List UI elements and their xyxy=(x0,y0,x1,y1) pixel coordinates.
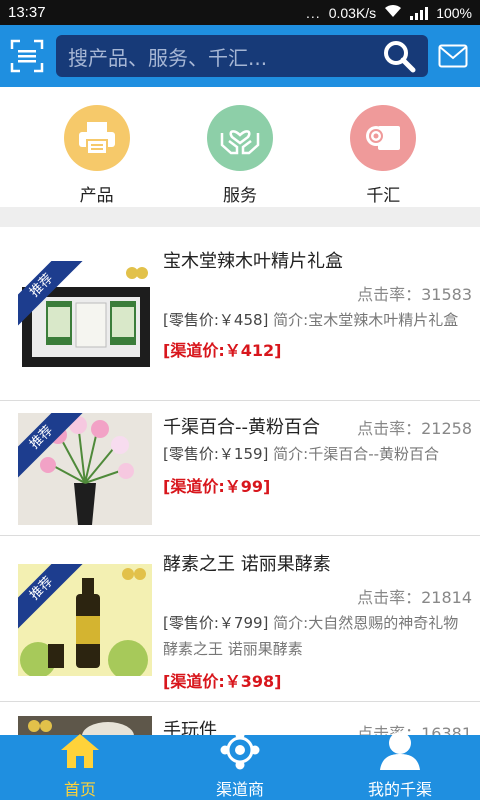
category-label: 服务 xyxy=(222,186,257,206)
hands-heart-icon xyxy=(206,105,273,171)
battery-text: 100% xyxy=(436,4,472,21)
rose-icon xyxy=(350,105,417,171)
printer-icon xyxy=(63,105,130,171)
wifi-icon xyxy=(384,4,402,21)
list-item[interactable]: 推荐 宝木堂辣木叶精片礼盒 点击率：31583 [零售价:￥458] 简介:宝木… xyxy=(0,227,480,401)
product-intro: 简介:千渠百合--黄粉百合 xyxy=(273,445,440,463)
product-image: 推荐 xyxy=(18,261,152,373)
product-name: 宝木堂辣木叶精片礼盒 xyxy=(163,251,343,272)
section-divider xyxy=(0,207,480,227)
click-count: 点击率：21814 xyxy=(357,588,472,607)
search-icon[interactable] xyxy=(382,39,416,73)
click-count: 点击率：31583 xyxy=(357,285,472,304)
category-label: 千汇 xyxy=(366,186,401,206)
list-item[interactable]: 推荐 酵素之王 诺丽果酵素 点击率：21814 [零售价:￥799] 简介:大自… xyxy=(0,536,480,702)
status-bar: 13:37 ... 0.03K/s 100% xyxy=(0,0,480,25)
home-icon xyxy=(59,732,101,774)
click-count: 点击率：21258 xyxy=(357,419,472,438)
retail-price: [零售价:￥799] xyxy=(163,614,269,632)
product-image: 推荐 xyxy=(18,413,152,525)
nav-home[interactable]: 首页 xyxy=(0,732,160,800)
nav-label: 我的千渠 xyxy=(367,780,432,799)
network-speed: 0.03K/s xyxy=(328,4,377,21)
nav-my-qianqu[interactable]: 我的千渠 xyxy=(320,732,480,800)
product-list: 推荐 宝木堂辣木叶精片礼盒 点击率：31583 [零售价:￥458] 简介:宝木… xyxy=(0,227,480,735)
channel-price: [渠道价:￥412] xyxy=(163,341,282,360)
category-label: 产品 xyxy=(79,186,114,206)
list-item[interactable]: 推荐 千渠百合--黄粉百合 点击率：21258 [零售价:￥159] 简介:千渠… xyxy=(0,401,480,536)
nav-channel[interactable]: 渠道商 xyxy=(160,730,320,800)
nav-label: 渠道商 xyxy=(215,780,264,799)
category-services[interactable]: 服务 xyxy=(180,87,300,207)
search-placeholder: 搜产品、服务、千汇... xyxy=(68,45,268,70)
category-products[interactable]: 产品 xyxy=(37,87,157,207)
network-icon xyxy=(219,730,261,774)
channel-price: [渠道价:￥99] xyxy=(163,477,271,496)
status-time: 13:37 xyxy=(8,4,46,21)
signal-icon xyxy=(410,6,429,20)
mail-icon[interactable] xyxy=(438,44,468,68)
retail-price: [零售价:￥159] xyxy=(163,445,269,463)
product-name: 酵素之王 诺丽果酵素 xyxy=(163,554,331,575)
user-icon xyxy=(378,730,422,774)
product-image: 推荐 xyxy=(18,564,152,676)
search-input[interactable]: 搜产品、服务、千汇... xyxy=(56,35,428,77)
product-intro: 简介:宝木堂辣木叶精片礼盒 xyxy=(273,311,459,329)
bottom-nav: 首页 渠道商 我的千渠 xyxy=(0,730,480,800)
retail-price: [零售价:￥458] xyxy=(163,311,269,329)
channel-price: [渠道价:￥398] xyxy=(163,672,282,691)
notification-dots: ... xyxy=(306,4,321,21)
nav-label: 首页 xyxy=(63,780,96,799)
scan-icon[interactable] xyxy=(10,39,44,73)
category-qianhui[interactable]: 千汇 xyxy=(323,87,443,207)
category-row: 产品 服务 千汇 xyxy=(0,87,480,207)
top-bar: 搜产品、服务、千汇... xyxy=(0,25,480,87)
